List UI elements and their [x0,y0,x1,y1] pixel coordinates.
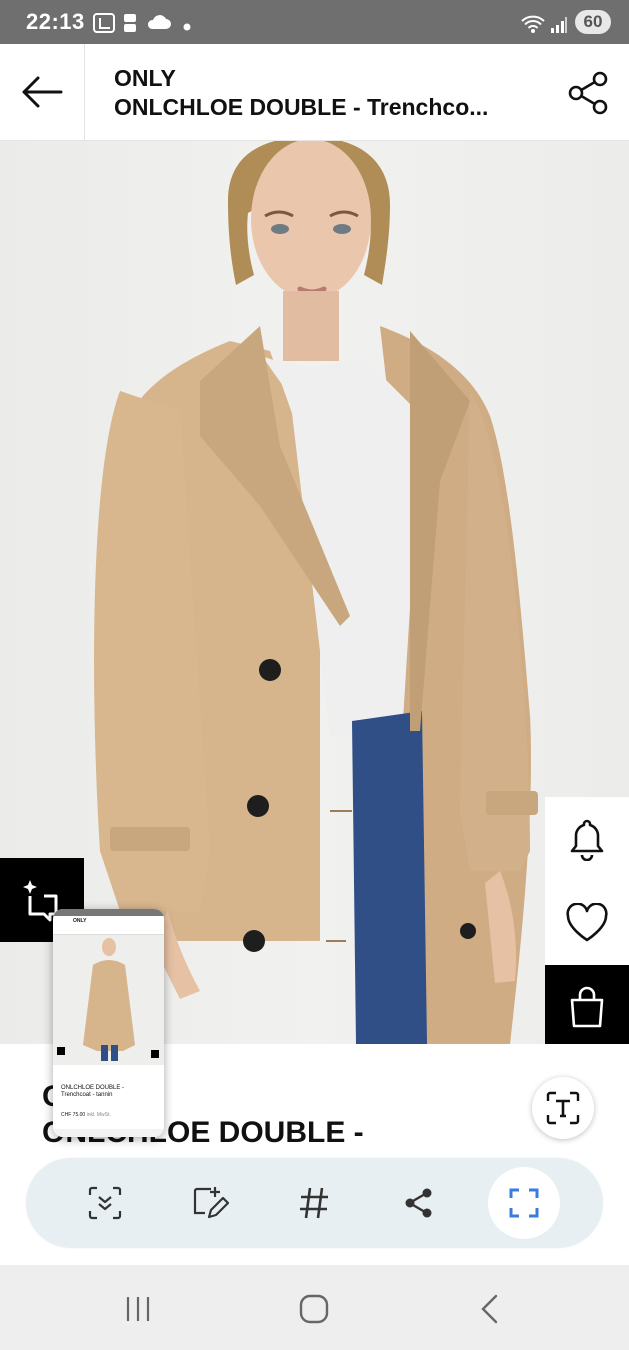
notify-button[interactable] [545,797,629,881]
recent-apps-icon [126,1297,150,1321]
cloud-icon [146,12,172,37]
header-product-title: ONLCHLOE DOUBLE - Trenchco... [114,94,489,120]
thumbnail-brand: ONLY [73,918,87,924]
screenshot-icon [92,12,116,39]
share-button[interactable] [565,70,611,116]
signal-icon [550,16,568,39]
wifi-icon [520,14,546,39]
scroll-capture-button[interactable] [79,1177,131,1229]
thumbnail-price: CHF 75.00 inkl. MwSt. [61,1112,111,1118]
thumbnail-photo [53,935,164,1065]
status-bar: 22:13 60 [0,0,629,44]
dot-icon [183,18,191,36]
screenshot-thumbnail[interactable]: ONLY ONLCHLOE DOUBLE - Trenchcoat - tann… [53,909,164,1137]
wishlist-button[interactable] [545,881,629,965]
arrow-left-icon [22,76,63,108]
crop-icon [509,1188,539,1218]
share-tool-icon [405,1188,432,1218]
status-time: 22:13 [26,9,85,34]
home-icon [299,1294,329,1324]
shopping-bag-icon [570,986,604,1028]
draw-button[interactable] [184,1177,236,1229]
system-nav-bar [0,1265,629,1350]
add-to-bag-button[interactable] [545,965,629,1049]
hashtag-icon [300,1187,328,1219]
home-button[interactable] [284,1289,344,1329]
text-extract-icon [546,1091,580,1125]
screenshot-toolbar [26,1158,603,1248]
recent-apps-button[interactable] [108,1289,168,1329]
battery-indicator: 60 [575,10,611,34]
share-tool-button[interactable] [393,1177,445,1229]
header-brand: ONLY [114,65,176,91]
crop-button[interactable] [488,1167,560,1239]
hashtag-button[interactable] [288,1177,340,1229]
back-button[interactable] [0,44,85,140]
notification-icon [122,12,140,39]
header-title: ONLY ONLCHLOE DOUBLE - Trenchco... [114,64,534,122]
thumbnail-info: ONLCHLOE DOUBLE - Trenchcoat - tannin [61,1085,125,1098]
back-nav-button[interactable] [460,1289,520,1329]
bell-icon [570,819,604,861]
share-icon [568,71,608,115]
draw-icon [193,1187,229,1219]
app-header: ONLY ONLCHLOE DOUBLE - Trenchco... [0,44,629,141]
scroll-capture-icon [88,1186,122,1220]
heart-icon [566,903,608,942]
chevron-left-icon [481,1294,498,1324]
text-extract-button[interactable] [532,1077,594,1139]
